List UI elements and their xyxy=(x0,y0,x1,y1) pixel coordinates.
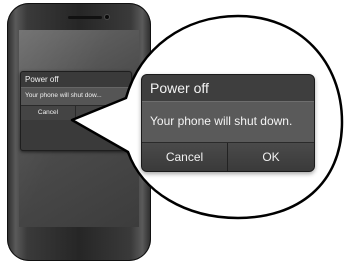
illustration: Power off Your phone will shut dow... Ca… xyxy=(0,0,345,269)
cancel-button[interactable]: Cancel xyxy=(142,143,228,171)
ok-button[interactable]: OK xyxy=(228,143,314,171)
dialog-title: Power off xyxy=(150,80,209,96)
power-off-dialog-zoomed: Power off Your phone will shut down. Can… xyxy=(141,74,315,172)
dialog-message-area: Your phone will shut down. xyxy=(142,101,314,143)
dialog-message: Your phone will shut down. xyxy=(150,114,293,128)
